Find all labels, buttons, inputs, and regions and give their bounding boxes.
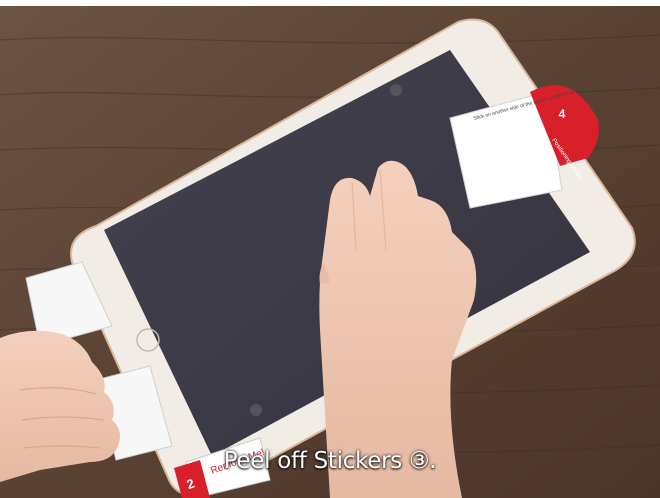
dust-speck — [390, 84, 402, 96]
video-frame: 4 Positioning Sticker Stick on another s… — [0, 0, 660, 498]
positioning-sticker-number: 4 — [559, 107, 566, 121]
dust-speck — [250, 404, 262, 416]
video-caption: Peel off Stickers ③. — [223, 448, 437, 474]
product-photo: 4 Positioning Sticker Stick on another s… — [0, 6, 660, 498]
